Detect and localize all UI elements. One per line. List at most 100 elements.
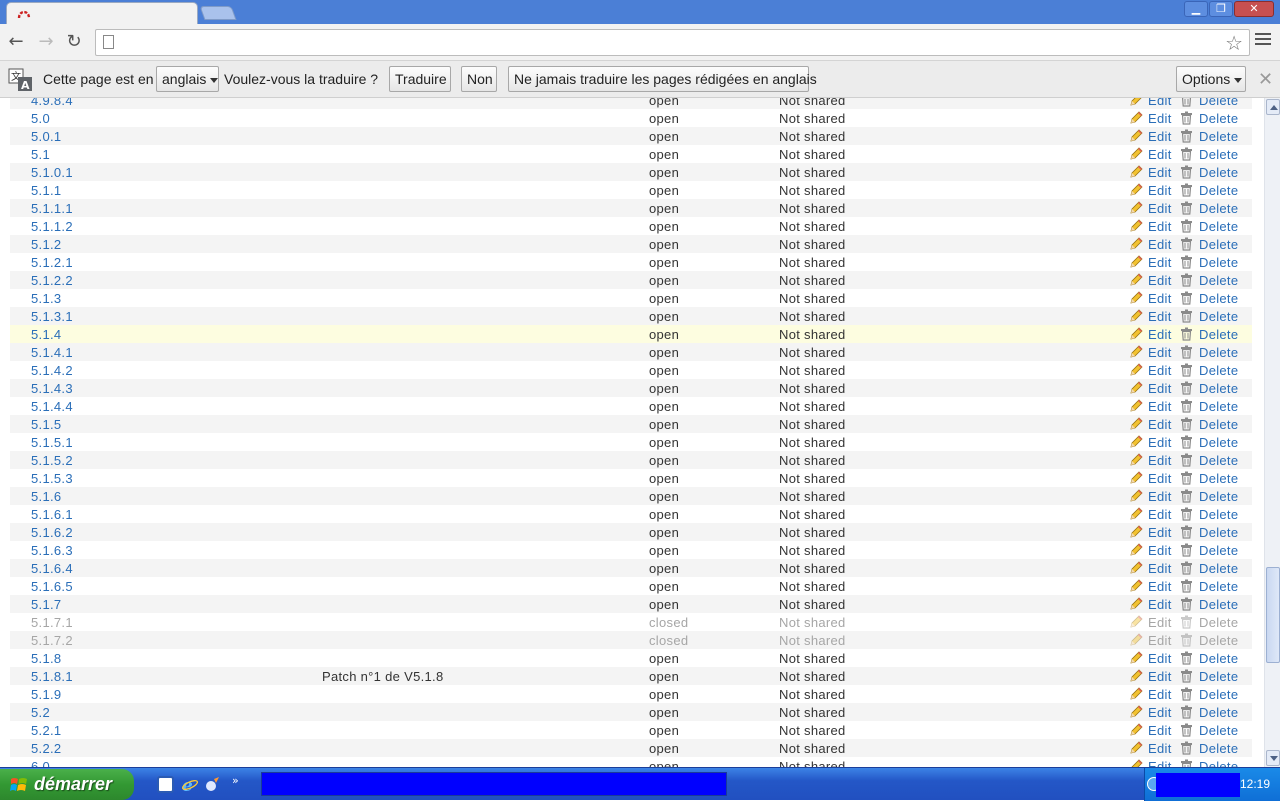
- edit-link[interactable]: Edit: [1148, 399, 1172, 414]
- version-name-link[interactable]: 5.1.4: [31, 327, 61, 342]
- version-name-link[interactable]: 5.1.7.2: [31, 633, 73, 648]
- edit-link[interactable]: Edit: [1148, 98, 1172, 108]
- edit-link[interactable]: Edit: [1148, 435, 1172, 450]
- delete-link[interactable]: Delete: [1199, 309, 1238, 324]
- edit-link[interactable]: Edit: [1148, 561, 1172, 576]
- version-name-link[interactable]: 6.0: [31, 759, 50, 767]
- bookmark-star-icon[interactable]: ☆: [1225, 31, 1243, 55]
- edit-link[interactable]: Edit: [1148, 507, 1172, 522]
- delete-link[interactable]: Delete: [1199, 435, 1238, 450]
- edit-link[interactable]: Edit: [1148, 597, 1172, 612]
- edit-link[interactable]: Edit: [1148, 687, 1172, 702]
- vertical-scrollbar[interactable]: [1264, 98, 1280, 767]
- version-name-link[interactable]: 5.1.5.3: [31, 471, 73, 486]
- show-desktop-icon[interactable]: [157, 776, 174, 793]
- version-name-link[interactable]: 5.2: [31, 705, 50, 720]
- version-name-link[interactable]: 5.1.7: [31, 597, 61, 612]
- never-translate-button[interactable]: Ne jamais traduire les pages rédigées en…: [508, 66, 817, 92]
- quick-launch-more-icon[interactable]: »: [232, 774, 239, 787]
- edit-link[interactable]: Edit: [1148, 741, 1172, 756]
- edit-link[interactable]: Edit: [1148, 723, 1172, 738]
- delete-link[interactable]: Delete: [1199, 327, 1238, 342]
- start-button[interactable]: démarrer: [0, 769, 134, 800]
- close-infobar-icon[interactable]: ✕: [1258, 69, 1273, 90]
- delete-link[interactable]: Delete: [1199, 687, 1238, 702]
- edit-link[interactable]: Edit: [1148, 219, 1172, 234]
- version-name-link[interactable]: 5.1.4.3: [31, 381, 73, 396]
- edit-link[interactable]: Edit: [1148, 345, 1172, 360]
- edit-link[interactable]: Edit: [1148, 651, 1172, 666]
- close-window-button[interactable]: ✕: [1234, 1, 1274, 17]
- delete-link[interactable]: Delete: [1199, 651, 1238, 666]
- edit-link[interactable]: Edit: [1148, 417, 1172, 432]
- version-name-link[interactable]: 5.1.1.2: [31, 219, 73, 234]
- delete-link[interactable]: Delete: [1199, 759, 1238, 767]
- delete-link[interactable]: Delete: [1199, 417, 1238, 432]
- edit-link[interactable]: Edit: [1148, 291, 1172, 306]
- edit-link[interactable]: Edit: [1148, 489, 1172, 504]
- version-name-link[interactable]: 5.1.1: [31, 183, 61, 198]
- taskbar-window-button[interactable]: [261, 772, 727, 796]
- edit-link[interactable]: Edit: [1148, 705, 1172, 720]
- version-name-link[interactable]: 5.1.3: [31, 291, 61, 306]
- edit-link[interactable]: Edit: [1148, 759, 1172, 767]
- version-name-link[interactable]: 5.1.5.2: [31, 453, 73, 468]
- delete-link[interactable]: Delete: [1199, 363, 1238, 378]
- delete-link[interactable]: Delete: [1199, 255, 1238, 270]
- version-name-link[interactable]: 5.1.8.1: [31, 669, 73, 684]
- version-name-link[interactable]: 5.1.2: [31, 237, 61, 252]
- version-name-link[interactable]: 5.1.2.1: [31, 255, 73, 270]
- version-name-link[interactable]: 5.1.6.5: [31, 579, 73, 594]
- edit-link[interactable]: Edit: [1148, 237, 1172, 252]
- version-name-link[interactable]: 5.1.3.1: [31, 309, 73, 324]
- media-player-icon[interactable]: [204, 776, 221, 793]
- browser-tab-active[interactable]: [6, 2, 198, 26]
- delete-link[interactable]: Delete: [1199, 507, 1238, 522]
- edit-link[interactable]: Edit: [1148, 255, 1172, 270]
- edit-link[interactable]: Edit: [1148, 309, 1172, 324]
- address-bar[interactable]: ☆: [95, 29, 1250, 56]
- edit-link[interactable]: Edit: [1148, 363, 1172, 378]
- version-name-link[interactable]: 5.1: [31, 147, 50, 162]
- version-name-link[interactable]: 5.1.4.2: [31, 363, 73, 378]
- edit-link[interactable]: Edit: [1148, 327, 1172, 342]
- delete-link[interactable]: Delete: [1199, 273, 1238, 288]
- version-name-link[interactable]: 5.1.4.1: [31, 345, 73, 360]
- delete-link[interactable]: Delete: [1199, 705, 1238, 720]
- edit-link[interactable]: Edit: [1148, 579, 1172, 594]
- delete-link[interactable]: Delete: [1199, 183, 1238, 198]
- delete-link[interactable]: Delete: [1199, 453, 1238, 468]
- version-name-link[interactable]: 5.1.1.1: [31, 201, 73, 216]
- delete-link[interactable]: Delete: [1199, 471, 1238, 486]
- minimize-window-button[interactable]: ▁: [1184, 1, 1208, 17]
- version-name-link[interactable]: 5.1.7.1: [31, 615, 73, 630]
- delete-link[interactable]: Delete: [1199, 237, 1238, 252]
- delete-link[interactable]: Delete: [1199, 489, 1238, 504]
- delete-link[interactable]: Delete: [1199, 633, 1238, 648]
- new-tab-button[interactable]: [199, 6, 237, 20]
- internet-explorer-icon[interactable]: e: [181, 776, 198, 793]
- delete-link[interactable]: Delete: [1199, 381, 1238, 396]
- scrollbar-thumb[interactable]: [1266, 567, 1280, 664]
- version-name-link[interactable]: 5.2.1: [31, 723, 61, 738]
- edit-link[interactable]: Edit: [1148, 129, 1172, 144]
- delete-link[interactable]: Delete: [1199, 345, 1238, 360]
- delete-link[interactable]: Delete: [1199, 741, 1238, 756]
- restore-window-button[interactable]: ❐: [1209, 1, 1233, 17]
- edit-link[interactable]: Edit: [1148, 633, 1172, 648]
- edit-link[interactable]: Edit: [1148, 165, 1172, 180]
- version-name-link[interactable]: 5.1.9: [31, 687, 61, 702]
- edit-link[interactable]: Edit: [1148, 525, 1172, 540]
- version-name-link[interactable]: 5.1.6.4: [31, 561, 73, 576]
- delete-link[interactable]: Delete: [1199, 399, 1238, 414]
- delete-link[interactable]: Delete: [1199, 129, 1238, 144]
- back-arrow-icon[interactable]: ←: [6, 32, 26, 52]
- version-name-link[interactable]: 5.1.6.1: [31, 507, 73, 522]
- forward-arrow-icon[interactable]: →: [36, 32, 56, 52]
- delete-link[interactable]: Delete: [1199, 219, 1238, 234]
- source-language-select[interactable]: anglais: [156, 66, 219, 92]
- edit-link[interactable]: Edit: [1148, 471, 1172, 486]
- decline-translate-button[interactable]: Non: [461, 66, 497, 92]
- browser-menu-icon[interactable]: [1255, 30, 1271, 50]
- delete-link[interactable]: Delete: [1199, 543, 1238, 558]
